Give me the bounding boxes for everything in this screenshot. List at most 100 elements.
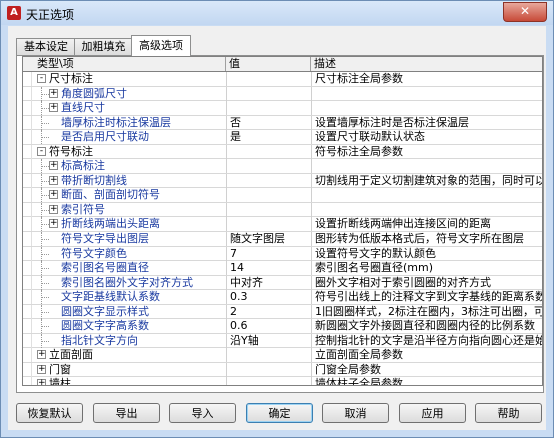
row-name-cell[interactable]: + 门窗 (23, 362, 225, 377)
close-button[interactable]: ✕ (503, 2, 547, 22)
row-value-cell[interactable] (226, 159, 310, 174)
row-description-cell: 圈外文字相对于索引圆圈的对齐方式 (311, 275, 542, 290)
expand-icon[interactable]: + (49, 219, 58, 229)
row-name-cell[interactable]: 圆圈文字字高系数 (23, 319, 225, 334)
expand-icon[interactable]: + (49, 103, 58, 113)
row-description-cell (311, 188, 542, 203)
row-name-cell[interactable]: 文字距基线默认系数 (23, 290, 225, 305)
row-value-cell[interactable] (226, 377, 310, 385)
row-value-cell[interactable]: 14 (226, 261, 310, 276)
expand-icon[interactable]: + (49, 204, 58, 214)
tab-advanced-options[interactable]: 高级选项 (131, 35, 191, 56)
grid-row[interactable]: 圆圈文字字高系数 0.6 新圆圈文字外接圆直径和圆圈内径的比例系数 (23, 319, 542, 334)
row-gutter (23, 130, 32, 145)
expand-icon[interactable]: + (49, 190, 58, 200)
tab-bold-fill[interactable]: 加粗填充 (74, 38, 133, 55)
grid-row[interactable]: + 角度圆弧尺寸 (23, 86, 542, 102)
grid-row[interactable]: + 标高标注 (23, 159, 542, 174)
row-value-cell[interactable] (226, 362, 310, 377)
collapse-icon[interactable]: - (37, 146, 46, 156)
expand-icon[interactable]: + (37, 379, 46, 385)
grid-row[interactable]: - 符号标注 符号标注全局参数 (23, 144, 542, 160)
ok-button[interactable]: 确定 (246, 403, 313, 423)
row-value-cell[interactable] (226, 188, 310, 203)
row-value-cell[interactable] (226, 101, 310, 116)
cancel-button[interactable]: 取消 (322, 403, 389, 423)
row-name-cell[interactable]: 索引图名号圈直径 (23, 261, 225, 276)
row-value-cell[interactable]: 0.3 (226, 290, 310, 305)
row-value-cell[interactable] (226, 217, 310, 232)
row-name-cell[interactable]: - 尺寸标注 (23, 72, 225, 86)
row-value-cell[interactable] (226, 144, 310, 159)
row-name-cell[interactable]: 符号文字导出图层 (23, 232, 225, 247)
export-button[interactable]: 导出 (93, 403, 160, 423)
row-value-cell[interactable]: 否 (226, 115, 310, 130)
grid-row[interactable]: + 门窗 门窗全局参数 (23, 362, 542, 378)
import-button[interactable]: 导入 (169, 403, 236, 423)
row-name-cell[interactable]: + 直线尺寸 (23, 101, 225, 116)
grid-row[interactable]: 是否启用尺寸联动 是设置尺寸联动默认状态 (23, 130, 542, 145)
grid-row[interactable]: 墙厚标注时标注保温层 否设置墙厚标注时是否标注保温层 (23, 115, 542, 131)
grid-row[interactable]: + 断面、剖面剖切符号 (23, 188, 542, 203)
header-description[interactable]: 描述 (311, 57, 542, 71)
grid-row[interactable]: 索引图名圈外文字对齐方式 中对齐 圈外文字相对于索引圆圈的对齐方式 (23, 275, 542, 291)
row-name-cell[interactable]: + 标高标注 (23, 159, 225, 174)
title-bar[interactable]: A 天正选项 ✕ (1, 1, 553, 25)
row-name-cell[interactable]: 索引图名圈外文字对齐方式 (23, 275, 225, 290)
grid-row[interactable]: + 墙柱 墙体柱子全局参数 (23, 377, 542, 385)
header-value[interactable]: 值 (226, 57, 311, 71)
expand-icon[interactable]: + (37, 364, 46, 374)
row-value-cell[interactable] (226, 348, 310, 363)
expand-icon[interactable]: + (37, 350, 46, 360)
grid-row[interactable]: 索引图名号圈直径 14 索引图名号圈直径(mm) (23, 261, 542, 276)
row-name-cell[interactable]: 墙厚标注时标注保温层 (23, 115, 225, 130)
row-value-cell[interactable]: 沿Y轴 (226, 333, 310, 348)
row-value-cell[interactable]: 0.6 (226, 319, 310, 334)
help-button[interactable]: 帮助 (475, 403, 542, 423)
grid-row[interactable]: + 直线尺寸 (23, 101, 542, 116)
apply-button[interactable]: 应用 (399, 403, 466, 423)
row-value-cell[interactable]: 是 (226, 130, 310, 145)
row-value-cell[interactable] (226, 72, 310, 86)
row-name-cell[interactable]: + 索引符号 (23, 202, 225, 217)
grid-row[interactable]: + 折断线两端出头距离 设置折断线两端伸出连接区间的距离 (23, 217, 542, 233)
row-name-cell[interactable]: + 立面剖面 (23, 348, 225, 363)
expand-icon[interactable]: + (49, 175, 58, 185)
row-name-cell[interactable]: + 墙柱 (23, 377, 225, 385)
grid-row[interactable]: 文字距基线默认系数 0.3 符号引出线上的注释文字到文字基线的距离系数 (23, 290, 542, 305)
header-type-item[interactable]: 类型\项 (23, 57, 226, 71)
row-name-cell[interactable]: - 符号标注 (23, 144, 225, 159)
grid-header: 类型\项 值 描述 (23, 57, 542, 72)
row-value-cell[interactable]: 2 (226, 304, 310, 319)
row-value-cell[interactable]: 随文字图层 (226, 232, 310, 247)
window-title: 天正选项 (26, 8, 75, 22)
row-name-cell[interactable]: 是否启用尺寸联动 (23, 130, 225, 145)
grid-row[interactable]: 指北针文字方向 沿Y轴 控制指北针的文字是沿半径方向指向圆心还是始 (23, 333, 542, 349)
row-name-cell[interactable]: + 带折断切割线 (23, 173, 225, 188)
tab-basic-settings[interactable]: 基本设定 (16, 38, 76, 55)
grid-row[interactable]: + 带折断切割线 切割线用于定义切割建筑对象的范围，同时可以 (23, 173, 542, 189)
grid-row[interactable]: 符号文字颜色 7 设置符号文字的默认颜色 (23, 246, 542, 262)
grid-row[interactable]: 圆圈文字显示样式 2 1旧圆圈样式，2标注在圈内，3标注可出圈，可 (23, 304, 542, 320)
collapse-icon[interactable]: - (37, 74, 46, 83)
grid-row[interactable]: + 索引符号 (23, 202, 542, 218)
row-value-cell[interactable] (226, 202, 310, 217)
grid-row[interactable]: + 立面剖面 立面剖面全局参数 (23, 348, 542, 363)
row-value-cell[interactable] (226, 86, 310, 101)
row-name-cell[interactable]: 符号文字颜色 (23, 246, 225, 261)
property-grid[interactable]: 类型\项 值 描述 - 尺寸标注 尺寸标注全局参数 + 角度圆弧尺寸 + 直线尺寸 墙厚标注时… (22, 56, 543, 386)
row-name-cell[interactable]: 圆圈文字显示样式 (23, 304, 225, 319)
grid-row[interactable]: - 尺寸标注 尺寸标注全局参数 (23, 72, 542, 87)
expand-icon[interactable]: + (49, 88, 58, 98)
expand-icon[interactable]: + (49, 161, 58, 171)
row-value-cell[interactable]: 7 (226, 246, 310, 261)
row-label: 门窗 (49, 362, 71, 376)
row-name-cell[interactable]: + 折断线两端出头距离 (23, 217, 225, 232)
grid-row[interactable]: 符号文字导出图层 随文字图层 图形转为低版本格式后，符号文字所在图层 (23, 232, 542, 247)
row-name-cell[interactable]: + 角度圆弧尺寸 (23, 86, 225, 101)
row-name-cell[interactable]: 指北针文字方向 (23, 333, 225, 348)
row-value-cell[interactable]: 中对齐 (226, 275, 310, 290)
row-name-cell[interactable]: + 断面、剖面剖切符号 (23, 188, 225, 203)
restore-default-button[interactable]: 恢复默认 (16, 403, 83, 423)
row-value-cell[interactable] (226, 173, 310, 188)
